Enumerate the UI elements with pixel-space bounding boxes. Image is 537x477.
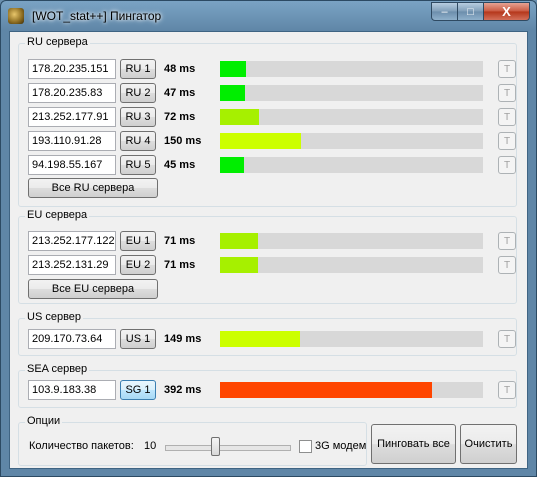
close-icon: X (502, 4, 511, 19)
window-controls: – □ X (431, 2, 530, 21)
maximize-button[interactable]: □ (458, 2, 484, 21)
group-title-sea: SEA сервер (25, 363, 90, 375)
ping-bar (220, 85, 483, 101)
group-title-us: US сервер (25, 311, 84, 323)
clear-button[interactable]: Очистить (460, 424, 517, 464)
server-row: 213.252.131.29 EU 2 71 ms T (28, 255, 516, 275)
server-ping-button[interactable]: EU 2 (120, 255, 156, 275)
ping-bar (220, 61, 483, 77)
server-ping-button[interactable]: EU 1 (120, 231, 156, 251)
packets-count-value: 10 (144, 440, 157, 452)
trace-button[interactable]: T (498, 132, 516, 150)
client-area: RU сервера Все RU сервера 178.20.235.151… (9, 31, 528, 469)
ping-result: 72 ms (164, 111, 196, 123)
server-row: 178.20.235.83 RU 2 47 ms T (28, 83, 516, 103)
server-ping-button[interactable]: US 1 (120, 329, 156, 349)
group-eu-servers: EU сервера Все EU сервера 213.252.177.12… (18, 209, 517, 304)
group-options: Опции Количество пакетов: 10 3G модем (18, 415, 367, 466)
all-ru-servers-button[interactable]: Все RU сервера (28, 178, 158, 198)
app-icon (8, 8, 24, 24)
ping-bar-fill (220, 157, 244, 173)
ping-bar (220, 382, 483, 398)
server-ip-field[interactable]: 213.252.177.122 (28, 231, 116, 251)
trace-button[interactable]: T (498, 156, 516, 174)
ping-result: 71 ms (164, 235, 196, 247)
minimize-button[interactable]: – (431, 2, 458, 21)
trace-button[interactable]: T (498, 256, 516, 274)
ping-result: 48 ms (164, 63, 196, 75)
server-ip-field[interactable]: 94.198.55.167 (28, 155, 116, 175)
ping-bar-fill (220, 85, 245, 101)
ping-bar (220, 133, 483, 149)
packets-slider-track[interactable] (165, 445, 291, 451)
server-ip-field[interactable]: 213.252.177.91 (28, 107, 116, 127)
server-row: 103.9.183.38 SG 1 392 ms T (28, 380, 516, 400)
trace-button[interactable]: T (498, 232, 516, 250)
ping-bar-fill (220, 233, 258, 249)
group-title-eu: EU сервера (25, 209, 90, 221)
server-ip-field[interactable]: 178.20.235.83 (28, 83, 116, 103)
ping-bar-fill (220, 109, 259, 125)
3g-modem-label: 3G модем (315, 440, 367, 452)
ping-bar-fill (220, 61, 246, 77)
ping-bar-fill (220, 133, 301, 149)
maximize-icon: □ (467, 5, 474, 18)
group-title-options: Опции (25, 415, 63, 427)
server-ip-field[interactable]: 213.252.131.29 (28, 255, 116, 275)
trace-button[interactable]: T (498, 84, 516, 102)
trace-button[interactable]: T (498, 330, 516, 348)
server-ping-button[interactable]: SG 1 (120, 380, 156, 400)
ping-result: 392 ms (164, 384, 202, 396)
ping-bar (220, 157, 483, 173)
server-ping-button[interactable]: RU 2 (120, 83, 156, 103)
ping-result: 47 ms (164, 87, 196, 99)
close-button[interactable]: X (484, 2, 530, 21)
all-eu-servers-button[interactable]: Все EU сервера (28, 279, 158, 299)
server-row: 209.170.73.64 US 1 149 ms T (28, 329, 516, 349)
ping-result: 149 ms (164, 333, 202, 345)
ping-bar (220, 331, 483, 347)
group-ru-servers: RU сервера Все RU сервера 178.20.235.151… (18, 36, 517, 207)
server-row: 94.198.55.167 RU 5 45 ms T (28, 155, 516, 175)
group-us-server: US сервер 209.170.73.64 US 1 149 ms T (18, 311, 517, 356)
ping-bar-fill (220, 257, 258, 273)
ping-all-button[interactable]: Пинговать все (371, 424, 456, 464)
server-ip-field[interactable]: 103.9.183.38 (28, 380, 116, 400)
group-title-ru: RU сервера (25, 36, 90, 48)
ping-bar-fill (220, 331, 300, 347)
packets-count-label: Количество пакетов: (29, 440, 134, 452)
trace-button[interactable]: T (498, 60, 516, 78)
server-ip-field[interactable]: 193.110.91.28 (28, 131, 116, 151)
title-bar[interactable]: [WOT_stat++] Пингатор – □ X (1, 1, 536, 31)
trace-button[interactable]: T (498, 381, 516, 399)
ping-result: 71 ms (164, 259, 196, 271)
minimize-icon: – (441, 5, 448, 18)
server-ping-button[interactable]: RU 4 (120, 131, 156, 151)
ping-bar-fill (220, 382, 432, 398)
app-window: [WOT_stat++] Пингатор – □ X RU сервера В… (0, 0, 537, 477)
server-ping-button[interactable]: RU 3 (120, 107, 156, 127)
server-ip-field[interactable]: 178.20.235.151 (28, 59, 116, 79)
ping-result: 45 ms (164, 159, 196, 171)
packets-slider-thumb[interactable] (211, 437, 220, 456)
window-title: [WOT_stat++] Пингатор (32, 9, 162, 23)
3g-modem-checkbox[interactable] (299, 440, 312, 453)
ping-bar (220, 233, 483, 249)
server-ip-field[interactable]: 209.170.73.64 (28, 329, 116, 349)
server-row: 178.20.235.151 RU 1 48 ms T (28, 59, 516, 79)
ping-result: 150 ms (164, 135, 202, 147)
server-row: 213.252.177.122 EU 1 71 ms T (28, 231, 516, 251)
server-row: 193.110.91.28 RU 4 150 ms T (28, 131, 516, 151)
server-ping-button[interactable]: RU 5 (120, 155, 156, 175)
group-sea-server: SEA сервер 103.9.183.38 SG 1 392 ms T (18, 363, 517, 408)
ping-bar (220, 257, 483, 273)
trace-button[interactable]: T (498, 108, 516, 126)
server-row: 213.252.177.91 RU 3 72 ms T (28, 107, 516, 127)
ping-bar (220, 109, 483, 125)
server-ping-button[interactable]: RU 1 (120, 59, 156, 79)
